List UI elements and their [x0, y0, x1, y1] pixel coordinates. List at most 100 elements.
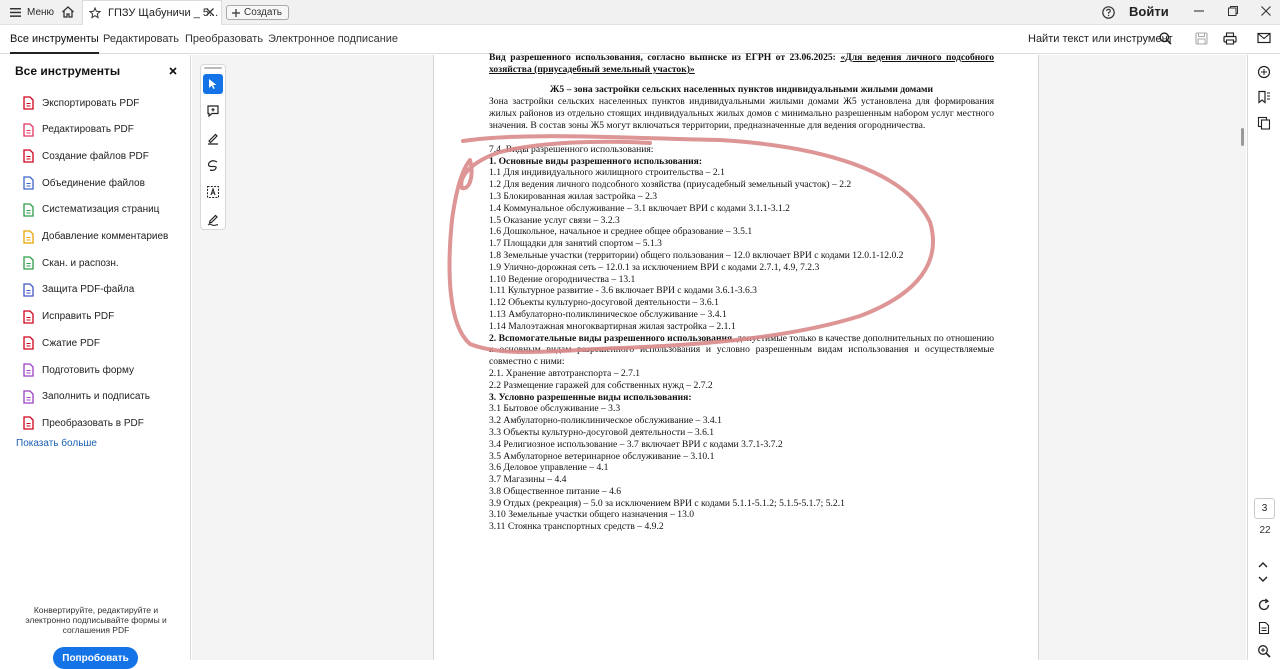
main-uses-heading: 1. Основные виды разрешенного использова… — [489, 155, 703, 167]
conditional-use-item: 3.4 Религиозное использование – 3.7 вклю… — [489, 438, 783, 450]
sidebar-item-label: Преобразовать в PDF — [42, 417, 144, 429]
sidebar-item[interactable]: Заполнить и подписать — [22, 389, 150, 405]
document-scan-icon[interactable] — [1257, 621, 1271, 635]
sign-in-button[interactable]: Войти — [1129, 4, 1169, 19]
convert-pdf-icon — [22, 416, 35, 431]
bookmarks-icon[interactable] — [1257, 90, 1271, 104]
conditional-use-item: 3.11 Стоянка транспортных средств – 4.9.… — [489, 521, 664, 533]
page-down-icon[interactable] — [1257, 573, 1269, 585]
sidebar-item[interactable]: Редактировать PDF — [22, 122, 134, 138]
sidebar-item-label: Скан. и распозн. — [42, 257, 119, 269]
create-button[interactable]: Создать — [226, 5, 290, 20]
save-icon[interactable] — [1195, 32, 1208, 45]
show-more-link[interactable]: Показать больше — [16, 438, 97, 449]
main-use-item: 1.8 Земельные участки (территории) общег… — [489, 249, 904, 261]
sidebar-item[interactable]: Экспортировать PDF — [22, 95, 139, 111]
conditional-use-item: 3.6 Деловое управление – 4.1 — [489, 462, 609, 474]
create-label: Создать — [244, 7, 283, 18]
sidebar-item[interactable]: Создание файлов PDF — [22, 148, 149, 164]
restore-icon[interactable] — [1227, 5, 1239, 17]
tool-menu-bar: Все инструменты Редактировать Преобразов… — [0, 26, 1280, 54]
add-text-tool[interactable] — [203, 182, 223, 202]
sidebar-item[interactable]: Подготовить форму — [22, 362, 134, 378]
select-tool[interactable] — [203, 74, 223, 94]
title-bar: Меню ГПЗУ Щабуничи _ 5... Создать Войти — [0, 0, 1280, 25]
main-use-item: 1.14 Малоэтажная многоквартирная жилая з… — [489, 320, 736, 332]
sidebar-item[interactable]: Добавление комментариев — [22, 229, 168, 245]
sidebar-item[interactable]: Систематизация страниц — [22, 202, 159, 218]
tab-e-sign[interactable]: Электронное подписание — [268, 33, 398, 45]
tab-convert[interactable]: Преобразовать — [185, 33, 263, 45]
document-text: Вид разрешенного использования, согласно… — [489, 52, 994, 533]
main-use-item: 1.11 Культурное развитие - 3.6 включает … — [489, 285, 757, 297]
page-up-icon[interactable] — [1257, 559, 1269, 571]
compress-icon — [22, 336, 35, 350]
pages-icon[interactable] — [1257, 116, 1271, 130]
main-use-item: 1.6 Дошкольное, начальное и среднее обще… — [489, 226, 753, 238]
main-use-item: 1.5 Оказание услуг связи – 3.2.3 — [489, 214, 620, 226]
zone-heading: Ж5 – зона застройки сельских населенных … — [549, 83, 934, 95]
sidebar-item[interactable]: Сжатие PDF — [22, 335, 100, 351]
comment-plus-icon — [206, 104, 220, 118]
highlighter-icon — [206, 131, 220, 145]
all-tools-panel: Все инструменты Экспортировать PDF Редакт… — [0, 55, 191, 669]
email-icon[interactable] — [1257, 32, 1271, 44]
tab-title: ГПЗУ Щабуничи _ 5... — [108, 7, 219, 19]
main-use-item: 1.2 Для ведения личного подсобного хозяй… — [489, 179, 852, 191]
sidebar-item[interactable]: Объединение файлов — [22, 175, 145, 191]
sidebar-item-label: Заполнить и подписать — [42, 391, 150, 403]
intro-text: Вид разрешенного использования, согласно… — [489, 52, 836, 63]
main-use-item: 1.1 Для индивидуального жилищного строит… — [489, 167, 725, 179]
close-tab-icon[interactable] — [205, 7, 215, 17]
text-box-icon — [206, 185, 220, 199]
auxiliary-use-item: 2.2 Размещение гаражей для собственных н… — [489, 379, 713, 391]
right-rail — [1247, 55, 1280, 660]
redact-icon — [22, 309, 35, 324]
conditional-uses-heading: 3. Условно разрешенные виды использовани… — [489, 391, 692, 403]
main-use-item: 1.12 Объекты культурно-досуговой деятель… — [489, 297, 719, 309]
sidebar-item[interactable]: Преобразовать в PDF — [22, 415, 144, 431]
edit-pdf-icon — [22, 123, 35, 137]
auxiliary-uses-list: 2.1. Хранение автотранспорта – 2.7.1 2.2 … — [489, 368, 994, 392]
highlight-tool[interactable] — [203, 128, 223, 148]
sidebar-item[interactable]: Скан. и распозн. — [22, 255, 119, 271]
main-use-item: 1.4 Коммунальное обслуживание – 3.1 вклю… — [489, 202, 790, 214]
draw-tool[interactable] — [203, 155, 223, 175]
current-page-input[interactable]: 3 — [1254, 498, 1275, 519]
close-window-icon[interactable] — [1260, 5, 1272, 17]
conditional-use-item: 3.8 Общественное питание – 4.6 — [489, 485, 622, 497]
organize-pages-icon — [22, 203, 35, 217]
cursor-icon — [207, 78, 219, 90]
sidebar-item[interactable]: Исправить PDF — [22, 309, 114, 325]
zoom-icon[interactable] — [1257, 644, 1271, 658]
toolbar-grip[interactable] — [204, 67, 222, 69]
minimize-icon[interactable] — [1193, 5, 1205, 17]
conditional-use-item: 3.1 Бытовое обслуживание – 3.3 — [489, 403, 621, 415]
menu-button[interactable]: Меню — [10, 5, 54, 20]
tab-all-tools[interactable]: Все инструменты — [10, 33, 99, 54]
pdf-page[interactable]: Вид разрешенного использования, согласно… — [433, 52, 1039, 660]
document-tab[interactable]: ГПЗУ Щабуничи _ 5... — [82, 0, 222, 25]
main-uses-list: 1.1 Для индивидуального жилищного строит… — [489, 167, 994, 332]
print-icon[interactable] — [1223, 32, 1237, 45]
help-icon[interactable] — [1102, 6, 1115, 19]
comments-icon[interactable] — [1257, 65, 1271, 79]
search-icon[interactable] — [1159, 32, 1172, 45]
sidebar-item-label: Защита PDF-файла — [42, 284, 135, 296]
sidebar-item[interactable]: Защита PDF-файла — [22, 282, 134, 298]
conditional-use-item: 3.2 Амбулаторно-поликлиническое обслужив… — [489, 415, 722, 427]
find-text-or-tool[interactable]: Найти текст или инструмент — [1028, 33, 1173, 45]
total-pages: 22 — [1259, 525, 1271, 536]
create-pdf-icon — [22, 149, 35, 164]
try-button[interactable]: Попробовать — [53, 647, 138, 669]
star-icon[interactable] — [89, 7, 101, 19]
home-icon[interactable] — [61, 5, 75, 19]
close-panel-icon[interactable] — [169, 67, 177, 75]
sign-tool[interactable] — [203, 209, 223, 229]
plus-icon — [232, 8, 240, 17]
main-use-item: 1.7 Площадки для занятий спортом – 5.1.3 — [489, 238, 662, 250]
rotate-icon[interactable] — [1257, 598, 1271, 612]
add-comment-tool[interactable] — [203, 101, 223, 121]
scrollbar-thumb[interactable] — [1241, 128, 1244, 146]
tab-edit[interactable]: Редактировать — [103, 33, 179, 45]
